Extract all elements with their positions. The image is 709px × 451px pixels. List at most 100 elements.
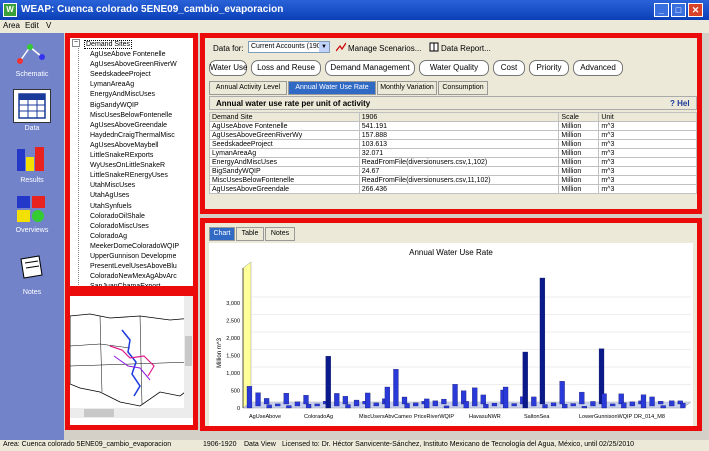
table-cell[interactable]: 541.191 <box>358 121 560 131</box>
tree-item[interactable]: ColoradoMiscUses <box>90 223 149 230</box>
table-cell[interactable]: AgUseAbove Fontenelle <box>209 121 360 131</box>
table-cell[interactable]: 103.613 <box>358 139 560 149</box>
tree-item[interactable]: SanJuanChamaExport <box>90 283 160 286</box>
subtab-annual-water-use-rate[interactable]: Annual Water Use Rate <box>288 81 376 95</box>
tree-item[interactable]: UtahAgUses <box>90 192 129 199</box>
column-header[interactable]: Demand Site <box>209 112 360 122</box>
tree-item[interactable]: PresentLevelUsesAboveBlu <box>90 263 177 270</box>
table-row[interactable]: SeedskadeeProject 103.613 Million m^3 <box>209 139 697 149</box>
table-cell[interactable]: Million <box>558 184 600 194</box>
tree-item[interactable]: UtahMiscUses <box>90 182 135 189</box>
viewbar-label-results[interactable]: Results <box>0 177 64 184</box>
tab-water-use[interactable]: Water Use <box>209 60 248 76</box>
table-row[interactable]: AgUsesAboveGreendale 266.436 Million m^3 <box>209 184 697 194</box>
table-cell[interactable]: AgUsesAboveGreendale <box>209 184 360 194</box>
table-cell[interactable]: m^3 <box>598 184 697 194</box>
column-header[interactable]: Unit <box>598 112 697 122</box>
column-header[interactable]: 1906 <box>358 112 560 122</box>
tree-item[interactable]: ColoradoOilShale <box>90 213 145 220</box>
chart-tab-table[interactable]: Table <box>236 227 264 241</box>
subtab-annual-activity-level[interactable]: Annual Activity Level <box>209 81 287 95</box>
tree-item[interactable]: UpperGunnison Developme <box>90 253 176 260</box>
table-cell[interactable]: 157.888 <box>358 130 560 140</box>
chart-tab-chart[interactable]: Chart <box>209 227 235 241</box>
tree-item[interactable]: BigSandyWQIP <box>90 102 139 109</box>
table-cell[interactable]: m^3 <box>598 166 697 176</box>
tab-water-quality[interactable]: Water Quality <box>419 60 489 76</box>
menu-area[interactable]: Area <box>3 21 20 30</box>
chevron-down-icon[interactable]: ▼ <box>319 42 329 52</box>
tree-root-demand-sites[interactable]: Demand Sites <box>84 40 132 49</box>
viewbar-label-data[interactable]: Data <box>0 125 64 132</box>
column-header[interactable]: Scale <box>558 112 600 122</box>
table-cell[interactable]: EnergyAndMiscUses <box>209 157 360 167</box>
table-row[interactable]: BigSandyWQIP 24.67 Million m^3 <box>209 166 697 176</box>
table-cell[interactable]: LymanAreaAg <box>209 148 360 158</box>
viewbar-label-overviews[interactable]: Overviews <box>0 227 64 234</box>
minimize-button[interactable]: _ <box>654 3 669 17</box>
table-row[interactable]: AgUsesAboveGreenRiverWy 157.888 Million m^3 <box>209 130 697 140</box>
manage-scenarios-button[interactable]: Manage Scenarios... <box>348 44 421 53</box>
table-cell[interactable]: 266.436 <box>358 184 560 194</box>
results-icon[interactable] <box>16 145 46 173</box>
tree-item[interactable]: AgUsesAboveGreenRiverW <box>90 61 177 68</box>
data-report-button[interactable]: Data Report... <box>441 44 491 53</box>
table-cell[interactable]: MiscUsesBelowFontenelle <box>209 175 360 185</box>
table-cell[interactable]: Million <box>558 157 600 167</box>
table-cell[interactable]: AgUsesAboveGreenRiverWy <box>209 130 360 140</box>
table-cell[interactable]: SeedskadeeProject <box>209 139 360 149</box>
table-cell[interactable]: ReadFromFile(diversionusers.csv,11,102) <box>358 175 560 185</box>
notes-icon[interactable] <box>16 253 46 281</box>
tab-cost[interactable]: Cost <box>493 60 525 76</box>
table-cell[interactable]: Million <box>558 148 600 158</box>
tree-item[interactable]: LymanAreaAg <box>90 81 134 88</box>
data-for-select[interactable]: Current Accounts (1906) ▼ <box>248 41 330 53</box>
subtab-consumption[interactable]: Consumption <box>438 81 488 95</box>
table-cell[interactable]: Million <box>558 130 600 140</box>
table-cell[interactable]: 24.67 <box>358 166 560 176</box>
tree-item[interactable]: MiscUsesBelowFontenelle <box>90 112 172 119</box>
viewbar-label-schematic[interactable]: Schematic <box>0 71 64 78</box>
table-cell[interactable]: Million <box>558 166 600 176</box>
tree-item[interactable]: ColoradoAg <box>90 233 127 240</box>
overviews-icon[interactable] <box>16 195 46 223</box>
chart-tab-notes[interactable]: Notes <box>265 227 295 241</box>
table-cell[interactable]: Million <box>558 121 600 131</box>
table-cell[interactable]: m^3 <box>598 130 697 140</box>
data-view-selected[interactable] <box>13 89 51 123</box>
tree-item[interactable]: AgUseAbove Fontenelle <box>90 51 166 58</box>
table-cell[interactable]: m^3 <box>598 175 697 185</box>
subtab-monthly-variation[interactable]: Monthly Variation <box>377 81 437 95</box>
table-row[interactable]: AgUseAbove Fontenelle 541.191 Million m^3 <box>209 121 697 131</box>
tab-demand-management[interactable]: Demand Management <box>325 60 415 76</box>
tree-item[interactable]: AgUsesAboveMaybell <box>90 142 158 149</box>
tree-item[interactable]: SeedskadeeProject <box>90 71 151 78</box>
tab-advanced[interactable]: Advanced <box>573 60 623 76</box>
tree-item[interactable]: LittleSnakeREnergyUses <box>90 172 168 179</box>
table-cell[interactable]: Million <box>558 139 600 149</box>
viewbar-label-notes[interactable]: Notes <box>0 289 64 296</box>
close-button[interactable]: ✕ <box>688 3 703 17</box>
tree-item[interactable]: AgUsesAboveGreendale <box>90 122 167 129</box>
tree-item[interactable]: ColoradoNewMexAgAbvArc <box>90 273 177 280</box>
tab-loss-and-reuse[interactable]: Loss and Reuse <box>251 60 321 76</box>
help-button[interactable]: ? Hel <box>670 99 690 108</box>
demand-site-tree[interactable]: − Demand Sites AgUseAbove Fontenelle AgUs… <box>65 33 198 291</box>
tab-priority[interactable]: Priority <box>529 60 569 76</box>
table-row[interactable]: MiscUsesBelowFontenelle ReadFromFile(dive… <box>209 175 697 185</box>
schematic-icon[interactable] <box>16 39 46 67</box>
table-cell[interactable]: m^3 <box>598 157 697 167</box>
table-cell[interactable]: ReadFromFile(diversionusers.csv,1,102) <box>358 157 560 167</box>
tree-item[interactable]: MeekerDomeColoradoWQIP <box>90 243 179 250</box>
tree-item[interactable]: HaydednCraigThermalMisc <box>90 132 175 139</box>
table-cell[interactable]: BigSandyWQIP <box>209 166 360 176</box>
table-cell[interactable]: m^3 <box>598 148 697 158</box>
table-cell[interactable]: Million <box>558 175 600 185</box>
table-row[interactable]: LymanAreaAg 32.071 Million m^3 <box>209 148 697 158</box>
menu-edit[interactable]: Edit <box>25 21 39 30</box>
table-row[interactable]: EnergyAndMiscUses ReadFromFile(diversionu… <box>209 157 697 167</box>
tree-collapse-icon[interactable]: − <box>72 39 80 47</box>
tree-item[interactable]: LittleSnakeRExports <box>90 152 153 159</box>
tree-item[interactable]: WyUsesOnLittleSnakeR <box>90 162 165 169</box>
overview-map[interactable] <box>65 291 198 430</box>
